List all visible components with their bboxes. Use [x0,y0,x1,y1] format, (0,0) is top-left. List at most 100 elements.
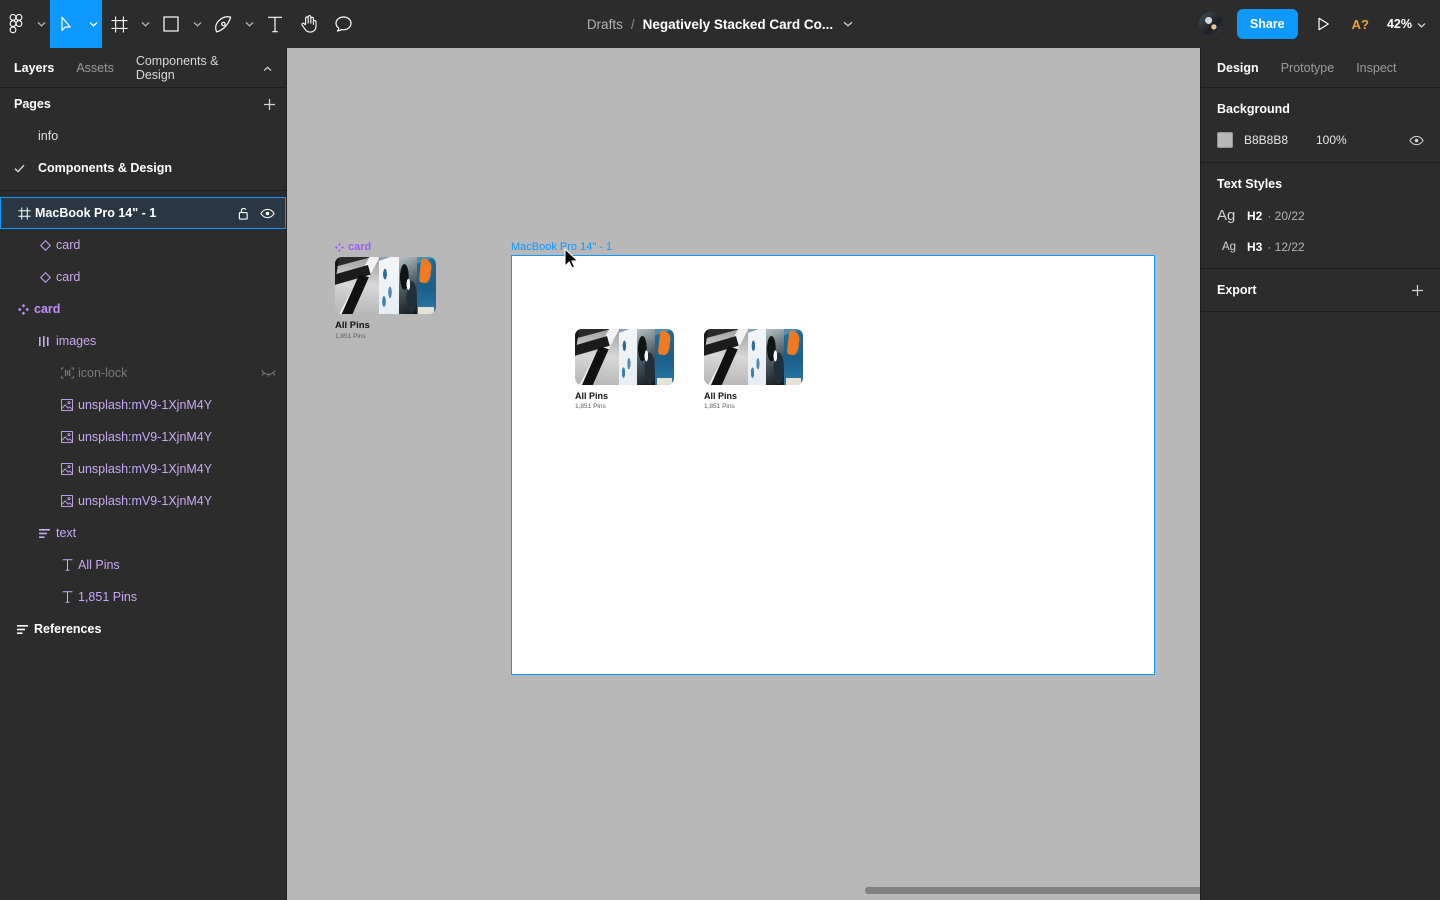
card-image-slice-2 [379,257,399,314]
layer-row[interactable]: MacBook Pro 14" - 1 [0,197,286,229]
text-style-meta: · 12/22 [1267,240,1305,254]
text-tool-group[interactable] [258,0,292,48]
card-image-stack [704,329,803,385]
horizontal-scrollbar[interactable] [575,887,1200,894]
card-instance-2[interactable]: All Pins 1,851 Pins [704,329,803,410]
layer-row[interactable]: images [0,325,286,357]
image-icon [56,463,78,475]
move-tool-group[interactable] [50,0,102,48]
move-tool-chevron-down-icon[interactable] [84,0,102,48]
shape-tool-icon[interactable] [154,0,188,48]
figma-menu-group[interactable] [0,0,50,48]
pages-title: Pages [14,97,51,111]
layer-row[interactable]: unsplash:mV9-1XjnM4Y [0,485,286,517]
zoom-chevron-down-icon[interactable] [1417,17,1426,31]
frame-tool-group[interactable] [102,0,154,48]
layer-row[interactable]: card [0,229,286,261]
avatar[interactable] [1198,12,1223,36]
layer-row[interactable]: All Pins [0,549,286,581]
hand-tool-group[interactable] [292,0,326,48]
text-layer-icon [56,559,78,571]
comment-tool-group[interactable] [326,0,360,48]
frame-tool-chevron-down-icon[interactable] [136,0,154,48]
layer-name-label: unsplash:mV9-1XjnM4Y [78,398,213,412]
layer-row[interactable]: unsplash:mV9-1XjnM4Y [0,453,286,485]
background-opacity-value[interactable]: 100% [1316,133,1347,147]
pen-tool-icon[interactable] [206,0,240,48]
text-tool-icon[interactable] [258,0,292,48]
share-button[interactable]: Share [1236,9,1298,39]
shape-tool-group[interactable] [154,0,206,48]
page-item-components-design[interactable]: Components & Design [0,152,286,184]
pen-tool-chevron-down-icon[interactable] [240,0,258,48]
figma-menu-chevron-down-icon[interactable] [32,0,50,48]
page-title[interactable]: Negatively Stacked Card Co... [643,17,834,32]
text-style-h2[interactable]: Ag H2 · 20/22 [1217,207,1424,224]
layer-row[interactable]: unsplash:mV9-1XjnM4Y [0,421,286,453]
card-instance-1[interactable]: All Pins 1,851 Pins [575,329,674,410]
unlock-icon[interactable] [238,207,250,220]
horizontal-scrollbar-thumb[interactable] [865,887,1200,894]
frame-tool-icon[interactable] [102,0,136,48]
layer-name-label: unsplash:mV9-1XjnM4Y [78,462,213,476]
check-icon [14,164,38,173]
breadcrumb-drafts[interactable]: Drafts [587,17,623,32]
layer-row[interactable]: text [0,517,286,549]
present-button[interactable] [1308,4,1340,44]
text-layer-icon [56,591,78,603]
alerts-badge[interactable]: A? [1340,4,1381,44]
visibility-eye-closed-icon[interactable] [261,369,276,377]
background-color-swatch[interactable] [1217,132,1233,148]
layer-row[interactable]: card [0,293,286,325]
background-section-title: Background [1217,102,1290,116]
instance-icon [34,271,56,283]
component-label[interactable]: card [335,241,371,253]
hand-tool-icon[interactable] [292,0,326,48]
layer-row[interactable]: card [0,261,286,293]
tab-layers[interactable]: Layers [14,61,54,75]
card-title: All Pins [575,391,609,401]
card-image-slice-3 [398,257,417,314]
layer-name-label: card [56,238,81,252]
layer-list: MacBook Pro 14" - 1 card card card images ico… [0,197,286,645]
layer-row[interactable]: 1,851 Pins [0,581,286,613]
card-image-slice-4 [784,329,803,385]
zoom-control[interactable]: 42% [1381,17,1426,31]
add-page-button[interactable] [263,98,276,111]
pen-tool-group[interactable] [206,0,258,48]
library-selector-label: Components & Design [135,53,219,82]
text-style-preview: Ag [1222,241,1237,253]
tab-design[interactable]: Design [1217,61,1259,75]
figma-menu-icon[interactable] [0,0,32,48]
tab-assets[interactable]: Assets [76,61,114,75]
page-item-info[interactable]: info [0,120,286,152]
artboard-frame[interactable] [511,255,1155,675]
shape-tool-chevron-down-icon[interactable] [188,0,206,48]
card-component-preview[interactable]: All Pins 1,851 Pins [335,257,436,340]
layer-row[interactable]: unsplash:mV9-1XjnM4Y [0,389,286,421]
component-icon [12,303,34,315]
layer-row[interactable]: icon-lock [0,357,286,389]
file-menu-chevron-down-icon[interactable] [843,21,853,27]
frame-label[interactable]: MacBook Pro 14" - 1 [511,241,612,253]
background-hex-value[interactable]: B8B8B8 [1244,133,1316,147]
visibility-eye-icon[interactable] [260,208,275,219]
library-selector[interactable]: Components & Design [136,54,272,82]
layer-name-label: References [34,622,102,636]
comment-tool-icon[interactable] [326,0,360,48]
canvas-viewport[interactable]: card All Pins 1,851 Pins MacBook Pro 14"… [287,48,1200,900]
frame-icon [13,206,35,220]
tab-prototype[interactable]: Prototype [1281,61,1335,75]
add-export-button[interactable] [1411,284,1424,297]
text-style-name: H2 [1247,208,1263,223]
card-image-slice-3 [766,329,785,385]
top-toolbar: Drafts / Negatively Stacked Card Co... S… [0,0,1440,48]
text-style-h3[interactable]: Ag H3 · 12/22 [1217,240,1424,254]
tab-inspect[interactable]: Inspect [1356,61,1396,75]
right-panel: Design Prototype Inspect Background B8B8… [1200,48,1440,900]
panel-divider [0,190,286,191]
layer-row[interactable]: References [0,613,286,645]
move-tool-icon[interactable] [50,0,84,48]
library-chevron-up-icon[interactable] [263,61,272,75]
background-visibility-eye-icon[interactable] [1409,135,1424,146]
